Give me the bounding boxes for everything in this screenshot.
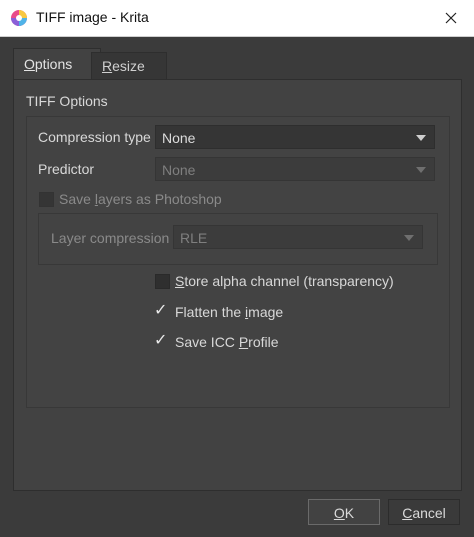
save-layers-label-post: ayers as Photoshop (97, 191, 222, 207)
store-alpha-checkbox[interactable] (155, 274, 170, 289)
tab-options-mnemonic: O (24, 56, 35, 72)
tiff-options-groupbox: Compression type None Predictor None Sav… (26, 116, 450, 408)
tab-options[interactable]: Options (13, 48, 101, 80)
save-layers-label-pre: Save (59, 191, 95, 207)
options-tab-panel: TIFF Options Compression type None Predi… (13, 79, 462, 491)
compression-type-label: Compression type (38, 129, 151, 145)
store-alpha-label-mnemonic: S (175, 273, 185, 289)
checkmark-icon: ✓ (154, 332, 168, 349)
layer-compression-value: RLE (180, 230, 208, 246)
checkmark-icon: ✓ (154, 302, 168, 319)
ok-button[interactable]: OK (308, 499, 380, 525)
window-title: TIFF image - Krita (36, 9, 149, 25)
tab-options-label: ptions (34, 56, 73, 72)
compression-type-value: None (162, 130, 196, 146)
store-alpha-label-post: tore alpha channel (transparency) (184, 273, 394, 289)
compression-type-combo[interactable]: None (155, 125, 435, 149)
chevron-down-icon (404, 235, 414, 241)
predictor-value: None (162, 162, 196, 178)
flatten-checkbox[interactable]: ✓ (154, 300, 167, 320)
tiff-options-group-title: TIFF Options (26, 93, 108, 109)
save-icc-label-pre: Save ICC (175, 334, 239, 350)
flatten-label: Flatten the image (175, 304, 283, 320)
layer-compression-combo[interactable]: RLE (173, 225, 423, 249)
save-icc-label-mnemonic: P (238, 334, 249, 350)
chevron-down-icon (416, 135, 426, 141)
save-icc-label-post: rofile (248, 334, 279, 350)
store-alpha-label: Store alpha channel (transparency) (175, 273, 394, 289)
cancel-button-label: ancel (412, 505, 446, 521)
save-icc-checkbox[interactable]: ✓ (154, 330, 167, 350)
tab-resize-label: esize (112, 58, 145, 74)
layer-compression-label: Layer compression (51, 230, 170, 246)
ok-button-label: K (344, 505, 355, 521)
close-button[interactable] (428, 0, 474, 36)
predictor-combo[interactable]: None (155, 157, 435, 181)
save-icc-label: Save ICC Profile (175, 334, 279, 350)
close-icon (445, 12, 457, 24)
ok-button-mnemonic: O (333, 505, 345, 521)
cancel-button-mnemonic: C (402, 505, 413, 521)
chevron-down-icon (416, 167, 426, 173)
layer-compression-group: Layer compression RLE (38, 213, 438, 265)
cancel-button[interactable]: Cancel (388, 499, 460, 525)
save-layers-label: Save layers as Photoshop (59, 191, 222, 207)
krita-logo-icon (11, 10, 27, 26)
tab-resize-mnemonic: R (102, 58, 113, 74)
tab-resize[interactable]: Resize (91, 52, 167, 79)
window-titlebar: TIFF image - Krita (0, 0, 474, 37)
flatten-label-pre: Flatten the (175, 304, 246, 320)
predictor-label: Predictor (38, 161, 95, 177)
save-layers-checkbox[interactable] (39, 192, 54, 207)
flatten-label-post: mage (248, 304, 284, 320)
dialog-body: Options Resize TIFF Options Compression … (0, 37, 474, 537)
